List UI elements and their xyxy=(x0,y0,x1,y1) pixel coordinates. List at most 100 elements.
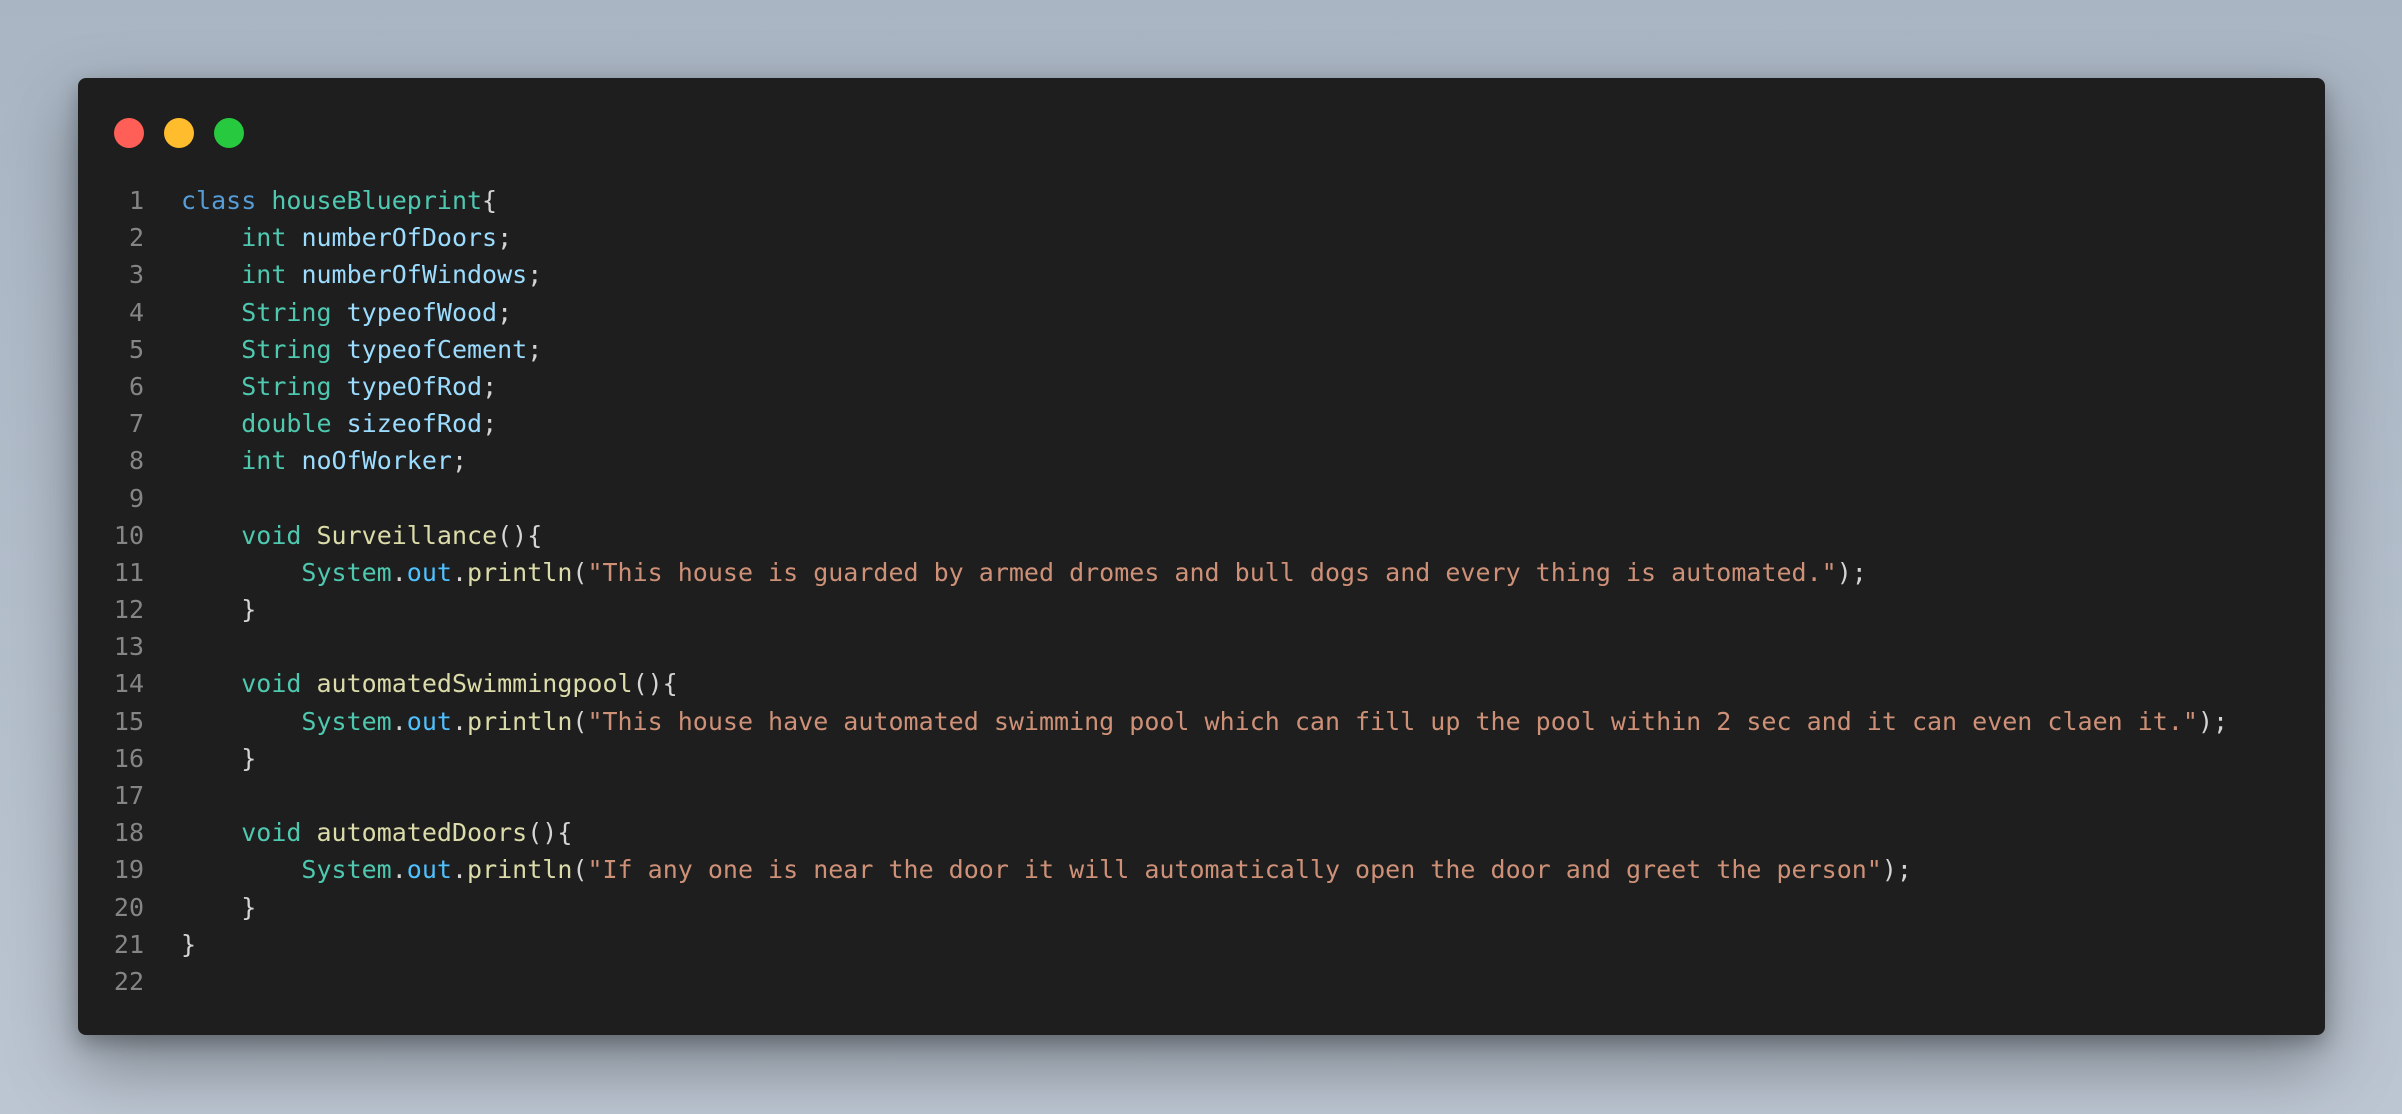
code-editor[interactable]: 1 class houseBlueprint{2 int numberOfDoor… xyxy=(78,182,2325,1000)
line-number: 20 xyxy=(113,892,144,922)
code-token: int xyxy=(241,446,287,476)
code-token: "This house have automated swimming pool… xyxy=(587,706,2198,736)
window-controls xyxy=(114,118,244,148)
code-token: out xyxy=(406,706,452,736)
line-number: 18 xyxy=(113,818,144,848)
code-line: 8 int noOfWorker; xyxy=(78,442,2325,479)
code-token: void xyxy=(241,520,302,550)
code-token: System xyxy=(301,706,392,736)
line-number: 7 xyxy=(128,409,144,439)
code-token: (){ xyxy=(527,818,573,848)
code-line-content: void Surveillance(){ xyxy=(144,517,542,554)
code-line: 4 String typeofWood; xyxy=(78,294,2325,331)
code-token: String xyxy=(241,334,332,364)
code-token: ; xyxy=(482,409,498,439)
code-line: 17 xyxy=(78,777,2325,814)
code-token: println xyxy=(467,855,573,885)
code-token: String xyxy=(241,371,332,401)
code-token: . xyxy=(391,557,407,587)
code-token: automatedSwimmingpool xyxy=(316,669,633,699)
code-line: 7 double sizeofRod; xyxy=(78,405,2325,442)
code-line-content xyxy=(144,480,181,517)
line-number: 21 xyxy=(113,929,144,959)
code-token: } xyxy=(181,929,197,959)
code-line: 21} xyxy=(78,926,2325,963)
code-token: } xyxy=(241,743,257,773)
line-number: 5 xyxy=(128,334,144,364)
minimize-button[interactable] xyxy=(164,118,194,148)
code-token: class xyxy=(181,186,257,215)
code-line-content: } xyxy=(144,740,256,777)
code-line: 14 void automatedSwimmingpool(){ xyxy=(78,665,2325,702)
code-line-content: void automatedSwimmingpool(){ xyxy=(144,665,678,702)
code-token: "If any one is near the door it will aut… xyxy=(587,855,1882,885)
code-token: ; xyxy=(497,297,513,327)
maximize-button[interactable] xyxy=(214,118,244,148)
code-token: numberOfDoors xyxy=(301,223,498,253)
line-number: 4 xyxy=(128,297,144,327)
code-line-content: String typeOfRod; xyxy=(144,368,497,405)
code-line-content: double sizeofRod; xyxy=(144,405,497,442)
code-token: ; xyxy=(451,446,468,476)
code-line: 19 System.out.println("If any one is nea… xyxy=(78,851,2325,888)
code-line-content: } xyxy=(144,591,256,628)
code-token: String xyxy=(241,297,332,327)
code-token: . xyxy=(451,855,468,885)
code-token: ( xyxy=(572,706,588,736)
code-token: ( xyxy=(572,855,588,885)
code-token: . xyxy=(391,706,407,736)
code-line-content: int numberOfDoors; xyxy=(144,219,512,256)
line-number: 16 xyxy=(113,743,144,773)
close-button[interactable] xyxy=(114,118,144,148)
code-token: typeofCement xyxy=(346,334,528,364)
code-token: noOfWorker xyxy=(301,446,452,476)
code-token: int xyxy=(241,260,287,290)
line-number: 6 xyxy=(128,371,144,401)
code-line: 15 System.out.println("This house have a… xyxy=(78,703,2325,740)
line-number: 8 xyxy=(128,446,144,476)
code-line: 6 String typeOfRod; xyxy=(78,368,2325,405)
code-token: double xyxy=(241,409,332,439)
code-line-content: int noOfWorker; xyxy=(144,442,467,479)
code-line-content: String typeofCement; xyxy=(144,331,542,368)
code-token: void xyxy=(241,669,302,699)
code-token: "This house is guarded by armed dromes a… xyxy=(587,557,1837,587)
code-line: 11 System.out.println("This house is gua… xyxy=(78,554,2325,591)
code-line: 5 String typeofCement; xyxy=(78,331,2325,368)
code-token: out xyxy=(406,557,452,587)
code-token: sizeofRod xyxy=(346,409,483,439)
code-token: System xyxy=(301,855,392,885)
code-line-content: } xyxy=(144,889,256,926)
line-number: 14 xyxy=(113,669,144,699)
code-line-content: void automatedDoors(){ xyxy=(144,814,572,851)
code-token: . xyxy=(451,706,468,736)
code-token: ( xyxy=(572,557,588,587)
code-token: (){ xyxy=(632,669,678,699)
code-token: ); xyxy=(2197,706,2229,736)
code-token: typeofWood xyxy=(346,297,498,327)
code-token: numberOfWindows xyxy=(301,260,528,290)
code-line-content: } xyxy=(144,926,196,963)
code-line-content: System.out.println("If any one is near t… xyxy=(144,851,1912,888)
line-number: 11 xyxy=(113,557,144,587)
code-token: } xyxy=(241,595,257,625)
code-line-content xyxy=(144,628,181,665)
